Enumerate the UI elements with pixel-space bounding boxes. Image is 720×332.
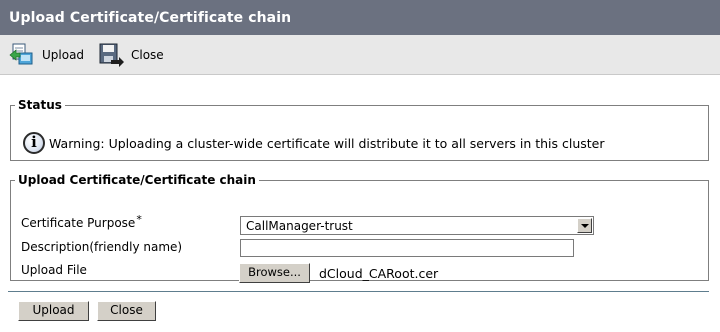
toolbar: Upload Close bbox=[0, 35, 720, 75]
certificate-purpose-select[interactable]: CallManager-trust bbox=[240, 216, 594, 235]
toolbar-upload-button[interactable]: Upload bbox=[8, 40, 84, 70]
upload-file-label: Upload File bbox=[21, 263, 87, 277]
upload-button[interactable]: Upload bbox=[18, 301, 89, 321]
certificate-purpose-label-text: Certificate Purpose bbox=[21, 216, 136, 230]
upload-certificate-legend: Upload Certificate/Certificate chain bbox=[18, 173, 256, 187]
toolbar-close-label: Close bbox=[131, 48, 164, 62]
toolbar-close-button[interactable]: Close bbox=[97, 40, 164, 70]
status-row: Warning: Uploading a cluster-wide certif… bbox=[23, 132, 605, 154]
chevron-down-icon[interactable] bbox=[577, 218, 592, 233]
browse-button[interactable]: Browse... bbox=[239, 263, 310, 283]
close-button[interactable]: Close bbox=[97, 301, 156, 321]
footer-divider bbox=[8, 291, 709, 292]
description-label: Description(friendly name) bbox=[21, 240, 183, 254]
save-close-icon bbox=[97, 41, 125, 69]
toolbar-upload-label: Upload bbox=[42, 48, 85, 62]
required-marker: * bbox=[136, 213, 142, 226]
selected-filename: dCloud_CARoot.cer bbox=[319, 266, 439, 281]
upload-icon bbox=[8, 41, 36, 69]
certificate-purpose-value: CallManager-trust bbox=[246, 219, 353, 233]
window-title: Upload Certificate/Certificate chain bbox=[9, 10, 292, 26]
title-bar: Upload Certificate/Certificate chain bbox=[0, 0, 720, 35]
certificate-purpose-label: Certificate Purpose* bbox=[21, 213, 142, 230]
status-message: Warning: Uploading a cluster-wide certif… bbox=[49, 135, 605, 151]
status-legend: Status bbox=[18, 98, 62, 112]
info-icon bbox=[23, 132, 45, 154]
description-input[interactable] bbox=[240, 239, 574, 257]
upload-certificate-group: Upload Certificate/Certificate chain Cer… bbox=[10, 173, 709, 283]
status-group: Status Warning: Uploading a cluster-wide… bbox=[10, 98, 709, 161]
